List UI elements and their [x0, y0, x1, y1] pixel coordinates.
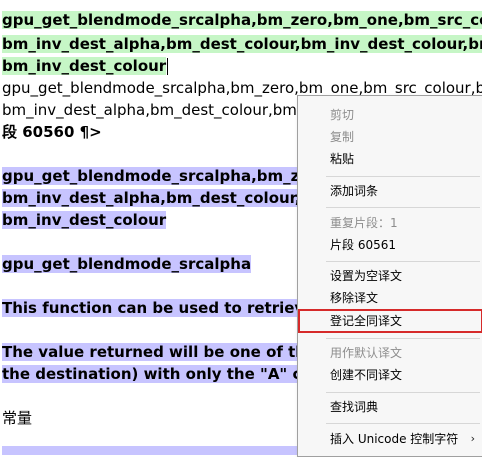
- menu-separator: [326, 392, 480, 393]
- segment-end-marker: 段 60560 ¶>: [2, 123, 102, 141]
- source-line[interactable]: bm_inv_dest_alpha,bm_dest_colour,bm_inv_…: [2, 33, 482, 55]
- menu-item-copy[interactable]: 复制: [298, 126, 482, 148]
- source-line[interactable]: the destination) with only the "A" co: [2, 363, 312, 385]
- source-line[interactable]: The value returned will be one of the: [2, 341, 317, 363]
- menu-item-set-empty-translation[interactable]: 设置为空译文: [298, 265, 482, 287]
- source-line[interactable]: This function can be used to retrieve: [2, 297, 315, 319]
- menu-separator: [326, 338, 480, 339]
- source-line[interactable]: gpu_get_blendmode_srcalpha: [2, 253, 252, 275]
- menu-item-repeat-segments[interactable]: 重复片段：1: [298, 212, 482, 234]
- menu-item-use-as-default[interactable]: 用作默认译文: [298, 342, 482, 364]
- menu-item-create-alternative[interactable]: 创建不同译文: [298, 364, 482, 386]
- source-line[interactable]: bm_inv_dest_colour: [2, 209, 167, 231]
- source-line[interactable]: bm_inv_dest_colour: [2, 55, 169, 77]
- menu-separator: [326, 261, 480, 262]
- menu-separator: [326, 207, 480, 208]
- source-line[interactable]: gpu_get_blendmode_srcalpha,bm_zero,bm_on…: [2, 9, 482, 31]
- target-line[interactable]: bm_inv_dest_alpha,bm_dest_colour,bm: [2, 99, 297, 121]
- menu-item-remove-translation[interactable]: 移除译文: [298, 287, 482, 309]
- menu-item-register-identical-translation[interactable]: 登记全同译文: [298, 309, 482, 333]
- menu-separator: [326, 423, 480, 424]
- menu-item-search-dictionary[interactable]: 查找词典: [298, 396, 482, 418]
- menu-item-paste[interactable]: 粘贴: [298, 148, 482, 170]
- source-line[interactable]: gpu_get_blendmode_srcalpha,bm_ze: [2, 165, 310, 187]
- context-menu[interactable]: 剪切 复制 粘贴 添加词条 重复片段：1 片段 60561 设置为空译文 移除译…: [297, 95, 482, 457]
- menu-separator: [326, 176, 480, 177]
- menu-item-insert-unicode-control[interactable]: 插入 Unicode 控制字符 ›: [298, 428, 482, 450]
- menu-item-add-term[interactable]: 添加词条: [298, 180, 482, 202]
- source-line[interactable]: bm_inv_dest_alpha,bm_dest_colour,b: [2, 187, 312, 209]
- source-line-partial[interactable]: [2, 446, 302, 455]
- menu-item-cut[interactable]: 剪切: [298, 104, 482, 126]
- chevron-right-icon: ›: [470, 432, 475, 445]
- source-line[interactable]: 常量: [2, 407, 32, 429]
- menu-item-segment-number[interactable]: 片段 60561: [298, 234, 482, 256]
- text-caret: [167, 58, 169, 75]
